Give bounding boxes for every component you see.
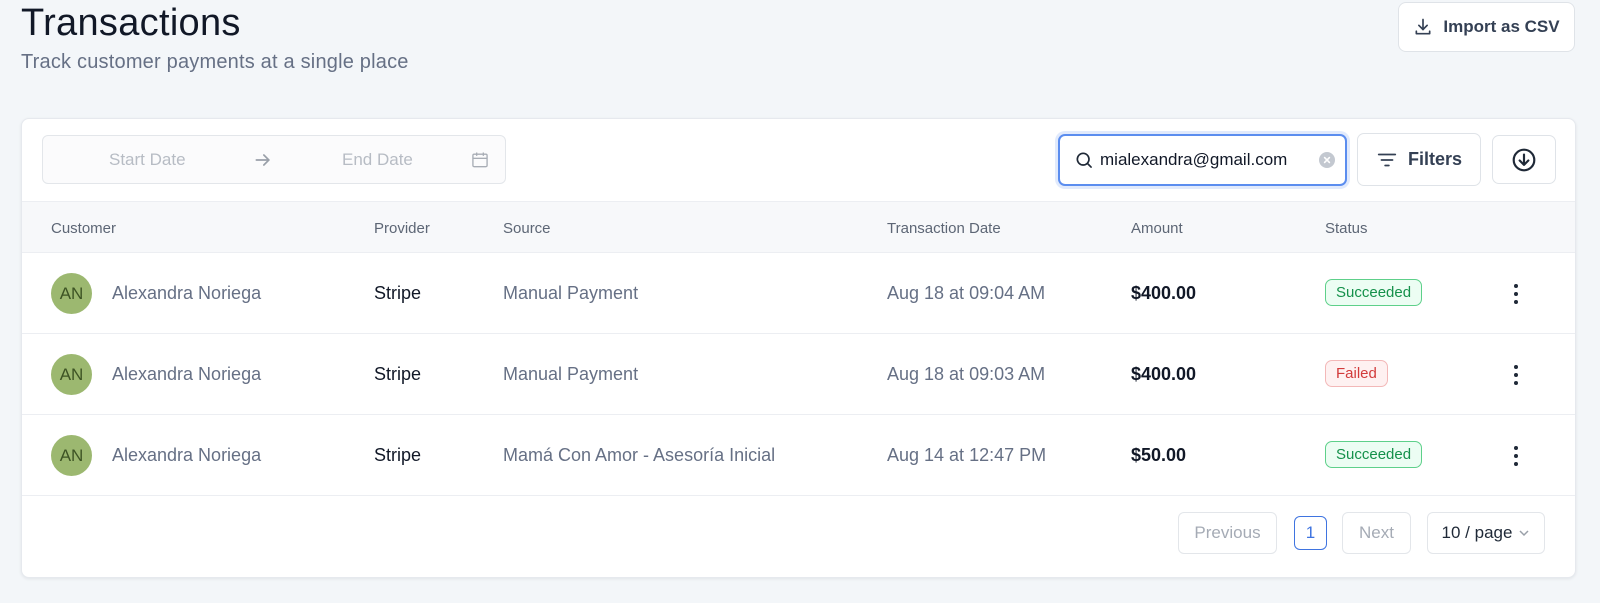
- import-csv-button[interactable]: Import as CSV: [1398, 2, 1575, 52]
- filters-button[interactable]: Filters: [1357, 133, 1481, 186]
- start-date-input[interactable]: Start Date: [109, 150, 186, 170]
- next-page-button[interactable]: Next: [1342, 512, 1411, 554]
- provider: Stripe: [374, 283, 422, 303]
- more-vertical-icon[interactable]: [1504, 362, 1528, 388]
- search-icon: [1076, 152, 1092, 168]
- avatar: AN: [51, 354, 92, 395]
- chevron-down-icon: [1519, 530, 1529, 537]
- provider: Stripe: [374, 445, 422, 465]
- customer-name: Alexandra Noriega: [112, 364, 262, 384]
- customer-name: Alexandra Noriega: [112, 445, 262, 465]
- table-row[interactable]: AN Alexandra Noriega Stripe Manual Payme…: [22, 334, 1575, 415]
- provider: Stripe: [374, 364, 422, 384]
- search-field[interactable]: [1058, 134, 1347, 186]
- amount: $400.00: [1131, 364, 1197, 384]
- source: Manual Payment: [503, 364, 639, 384]
- end-date-input[interactable]: End Date: [342, 150, 413, 170]
- clear-icon[interactable]: [1319, 152, 1335, 168]
- date-range-picker[interactable]: Start Date End Date: [42, 135, 506, 184]
- page-size-label: 10 / page: [1441, 523, 1513, 542]
- table-row[interactable]: AN Alexandra Noriega Stripe Mamá Con Amo…: [22, 415, 1575, 496]
- table-row[interactable]: AN Alexandra Noriega Stripe Manual Payme…: [22, 253, 1575, 334]
- arrow-right-icon: [255, 154, 270, 166]
- transaction-date: Aug 18 at 09:04 AM: [887, 283, 1046, 303]
- transaction-date: Aug 14 at 12:47 PM: [887, 445, 1047, 465]
- download-circle-icon: [1512, 148, 1536, 171]
- column-header-status[interactable]: Status: [1325, 220, 1368, 237]
- transaction-date: Aug 18 at 09:03 AM: [887, 364, 1046, 384]
- search-input[interactable]: [1100, 150, 1310, 170]
- more-vertical-icon[interactable]: [1504, 443, 1528, 469]
- calendar-icon: [472, 152, 488, 168]
- amount: $400.00: [1131, 283, 1197, 303]
- avatar: AN: [51, 273, 92, 314]
- page-size-select[interactable]: 10 / page: [1427, 512, 1545, 554]
- filter-icon: [1377, 153, 1397, 166]
- avatar: AN: [51, 435, 92, 476]
- more-vertical-icon[interactable]: [1504, 281, 1528, 307]
- status-badge: Succeeded: [1325, 441, 1423, 468]
- source: Manual Payment: [503, 283, 639, 303]
- column-header-source[interactable]: Source: [503, 220, 551, 237]
- column-header-amount[interactable]: Amount: [1131, 220, 1183, 237]
- import-csv-label: Import as CSV: [1443, 17, 1560, 36]
- status-badge: Succeeded: [1325, 279, 1423, 306]
- amount: $50.00: [1131, 445, 1187, 465]
- customer-name: Alexandra Noriega: [112, 283, 262, 303]
- download-button[interactable]: [1492, 135, 1556, 184]
- download-icon: [1415, 18, 1431, 35]
- transactions-card: Start Date End Date Filters: [21, 118, 1576, 578]
- page-number-button[interactable]: 1: [1294, 516, 1327, 550]
- source: Mamá Con Amor - Asesoría Inicial: [503, 445, 776, 465]
- column-header-transaction-date[interactable]: Transaction Date: [887, 220, 1001, 237]
- column-header-customer[interactable]: Customer: [51, 220, 116, 237]
- page-title: Transactions: [21, 2, 241, 44]
- table-header: Customer Provider Source Transaction Dat…: [22, 201, 1575, 253]
- previous-page-button[interactable]: Previous: [1178, 512, 1277, 554]
- page-subtitle: Track customer payments at a single plac…: [21, 51, 409, 73]
- filters-label: Filters: [1407, 149, 1463, 169]
- column-header-provider[interactable]: Provider: [374, 220, 430, 237]
- status-badge: Failed: [1325, 360, 1388, 387]
- toolbar: Start Date End Date Filters: [22, 119, 1575, 201]
